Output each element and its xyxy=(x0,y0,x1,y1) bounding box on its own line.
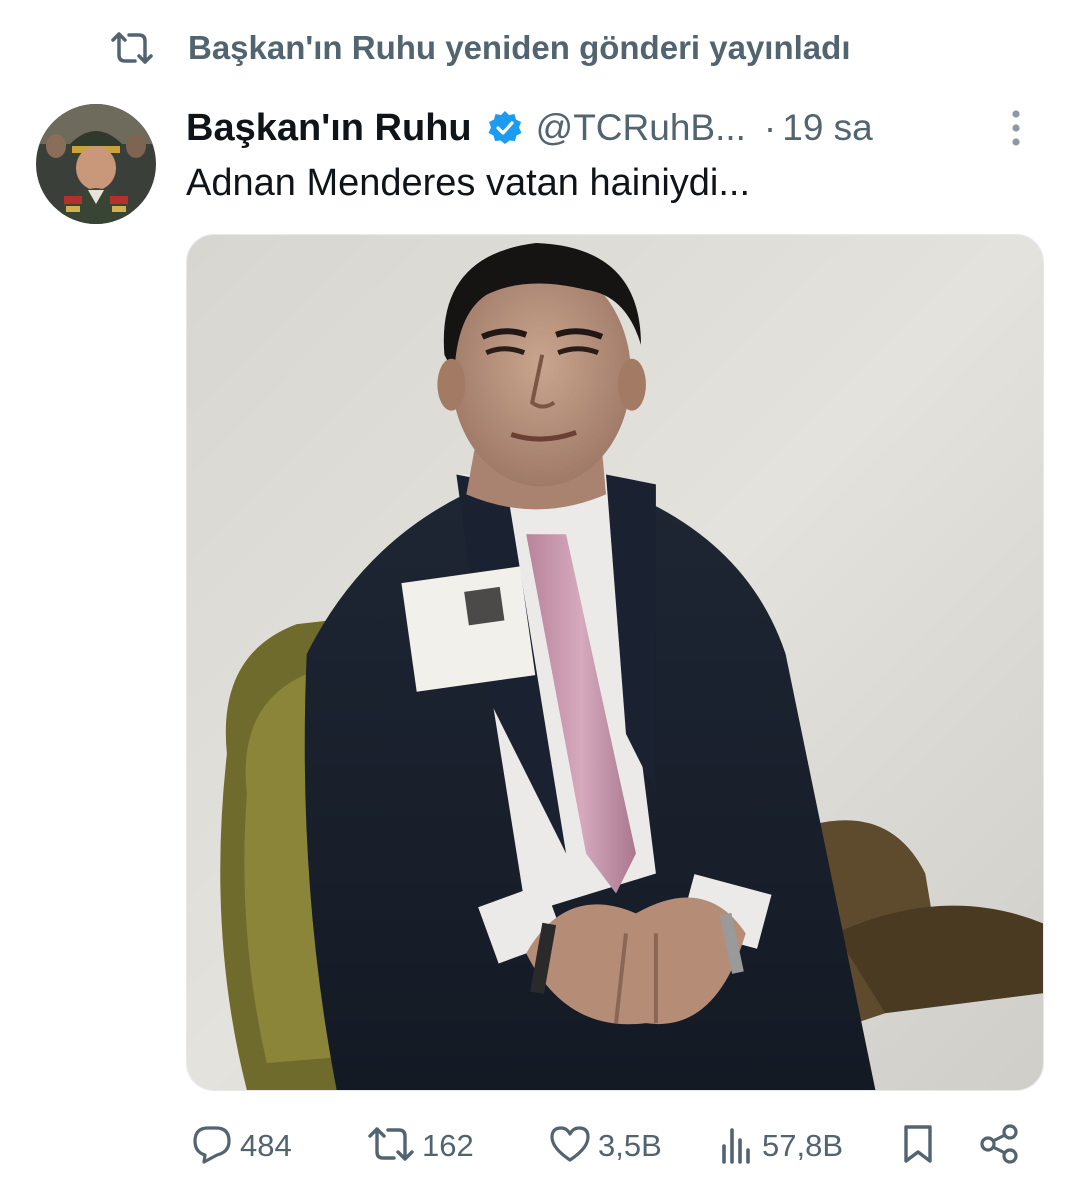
reply-icon xyxy=(190,1122,234,1171)
separator-dot: · xyxy=(763,107,777,148)
share-button[interactable] xyxy=(978,1120,1022,1172)
like-button[interactable]: 3,5B xyxy=(548,1120,662,1172)
reply-count: 484 xyxy=(240,1128,292,1163)
heart-icon xyxy=(548,1122,592,1171)
views-count: 57,8B xyxy=(762,1128,844,1163)
repost-banner-text: Başkan'ın Ruhu yeniden gönderi yayınladı xyxy=(188,29,851,66)
share-icon xyxy=(978,1122,1022,1171)
bookmark-icon xyxy=(898,1122,938,1171)
views-chart-icon xyxy=(718,1122,756,1171)
post-text: Adnan Menderes vatan hainiydi... xyxy=(186,162,751,204)
verified-badge-icon xyxy=(486,109,524,147)
author-display-name[interactable]: Başkan'ın Ruhu xyxy=(186,107,472,150)
post-action-bar: 484 162 3,5B 57,8B xyxy=(186,1120,1046,1172)
repost-banner[interactable]: Başkan'ın Ruhu yeniden gönderi yayınladı xyxy=(108,26,850,70)
views-button[interactable]: 57,8B xyxy=(718,1120,843,1172)
repost-button[interactable]: 162 xyxy=(366,1120,474,1172)
repost-icon xyxy=(366,1124,416,1169)
reply-button[interactable]: 484 xyxy=(190,1120,292,1172)
post-media-photo[interactable] xyxy=(186,234,1044,1091)
author-handle[interactable]: @TCRuhB... xyxy=(536,107,746,149)
avatar[interactable] xyxy=(36,104,156,224)
post-time[interactable]: 19 sa xyxy=(782,107,873,149)
repost-count: 162 xyxy=(422,1128,474,1163)
repost-icon xyxy=(108,30,156,66)
like-count: 3,5B xyxy=(598,1128,662,1163)
bookmark-button[interactable] xyxy=(898,1120,938,1172)
post-header: Başkan'ın Ruhu @TCRuhB... · 19 sa xyxy=(186,100,1046,156)
more-options-icon[interactable] xyxy=(1006,108,1026,148)
